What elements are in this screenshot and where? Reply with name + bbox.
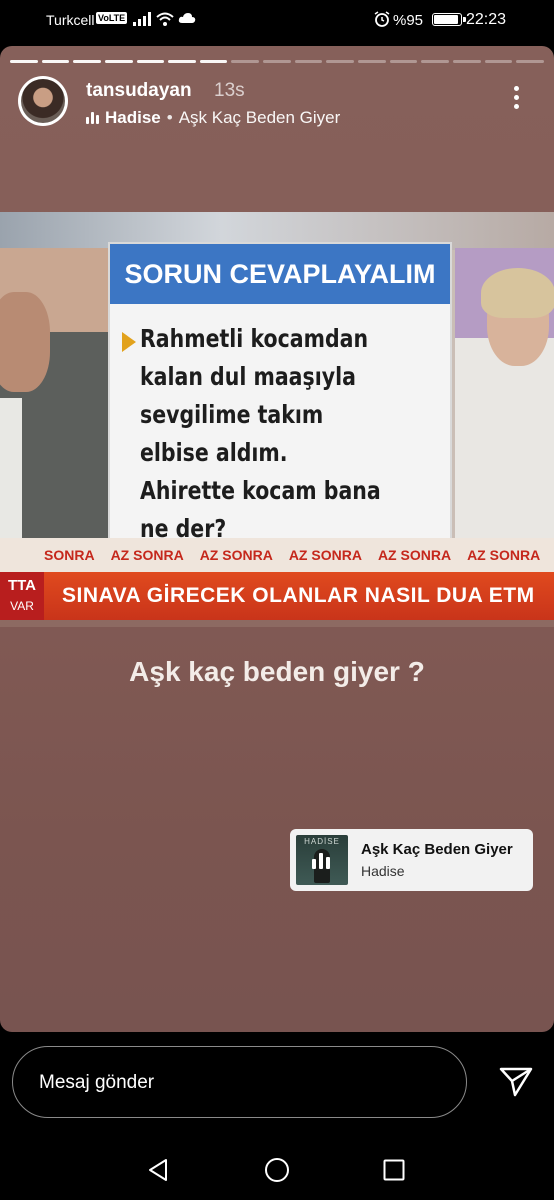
story-progress-segment [41,60,70,63]
story-progress-segment [104,60,133,63]
story-progress-segment [10,60,38,63]
home-circle-icon[interactable] [264,1157,290,1183]
story-progress-segment [168,60,196,63]
music-song: Aşk Kaç Beden Giyer [178,108,341,127]
story-progress-segment [421,60,449,63]
volte-badge: VoLTE [96,12,128,24]
album-cover: HADİSE [296,835,348,885]
story-username[interactable]: tansudayan [86,80,192,102]
story-progress-segment [516,60,544,63]
back-triangle-icon[interactable] [146,1158,170,1182]
battery-icon [432,13,466,26]
tv-card-title: SORUN CEVAPLAYALIM [110,244,450,304]
cloud-icon [178,13,196,23]
story-viewer[interactable]: tansudayan 13s Hadise • Aşk Kaç Beden Gi… [0,46,554,1032]
tv-ticker-item: AZ SONRA [110,547,184,563]
story-progress-segment [358,60,386,63]
music-sticker[interactable]: HADİSE Aşk Kaç Beden Giyer Hadise [290,829,533,891]
tv-card-text: Rahmetli kocamdan kalan dul maaşıyla sev… [140,324,381,543]
tv-ticker-item: SONRA [44,547,95,563]
story-progress-bar [10,60,544,63]
signal-icon [133,12,151,26]
tv-left-guest [0,248,108,558]
story-progress-segment [231,60,260,63]
clock-time: 22:23 [466,11,507,28]
more-options-icon[interactable] [506,86,526,116]
tv-red-bar-text: SINAVA GİRECEK OLANLAR NASIL DUA ETM [62,584,535,607]
triangle-bullet-icon [122,332,136,352]
story-image: SORUN CEVAPLAYALIM Rahmetli kocamdan kal… [0,212,554,627]
tv-ticker-item: AZ SONRA [288,547,362,563]
music-sticker-artist: Hadise [361,863,405,879]
story-progress-segment [136,60,165,63]
story-progress-segment [484,60,513,63]
tv-question-card: SORUN CEVAPLAYALIM Rahmetli kocamdan kal… [110,244,450,543]
wifi-icon [156,12,174,26]
story-progress-segment [73,60,101,63]
story-time-ago: 13s [214,80,245,101]
music-artist: Hadise [105,108,161,127]
story-music-attribution[interactable]: Hadise • Aşk Kaç Beden Giyer [86,108,340,128]
music-separator: • [166,108,173,127]
story-progress-segment [199,60,228,63]
battery-level-fill [434,15,459,24]
carrier-name: Turkcell [46,12,95,28]
story-progress-segment [294,60,323,63]
tv-tag-bottom: VAR [10,599,34,613]
tv-red-bar-tag: TTA VAR [0,572,44,620]
story-progress-segment [389,60,418,63]
tv-tag-top: TTA [7,577,37,594]
send-icon[interactable] [498,1066,534,1098]
music-sticker-title: Aşk Kaç Beden Giyer [361,841,513,858]
tv-ticker-item: AZ SONRA [199,547,273,563]
avatar-photo [21,79,65,123]
message-reply-field[interactable] [12,1046,467,1118]
tv-ticker-item: AZ SONRA [377,547,452,563]
story-progress-segment [452,60,481,63]
tv-ticker-item: AZ SONRA [467,547,541,563]
tv-right-host [455,248,554,548]
music-bars-icon [86,112,99,124]
status-bar: Turkcell VoLTE %95 22:23 [0,0,554,40]
story-progress-segment [263,60,291,63]
story-progress-segment [326,60,355,63]
message-input[interactable] [37,1067,441,1099]
tv-ticker: SONRA AZ SONRA AZ SONRA AZ SONRA AZ SONRA AZ … [0,538,554,572]
album-cover-label: HADİSE [304,837,340,846]
music-bars-icon [312,853,330,869]
story-caption: Aşk kaç beden giyer ? [129,656,425,687]
battery-percent: %95 [393,12,424,29]
recent-square-icon[interactable] [383,1159,405,1181]
alarm-icon [374,11,390,27]
avatar[interactable] [18,76,68,126]
